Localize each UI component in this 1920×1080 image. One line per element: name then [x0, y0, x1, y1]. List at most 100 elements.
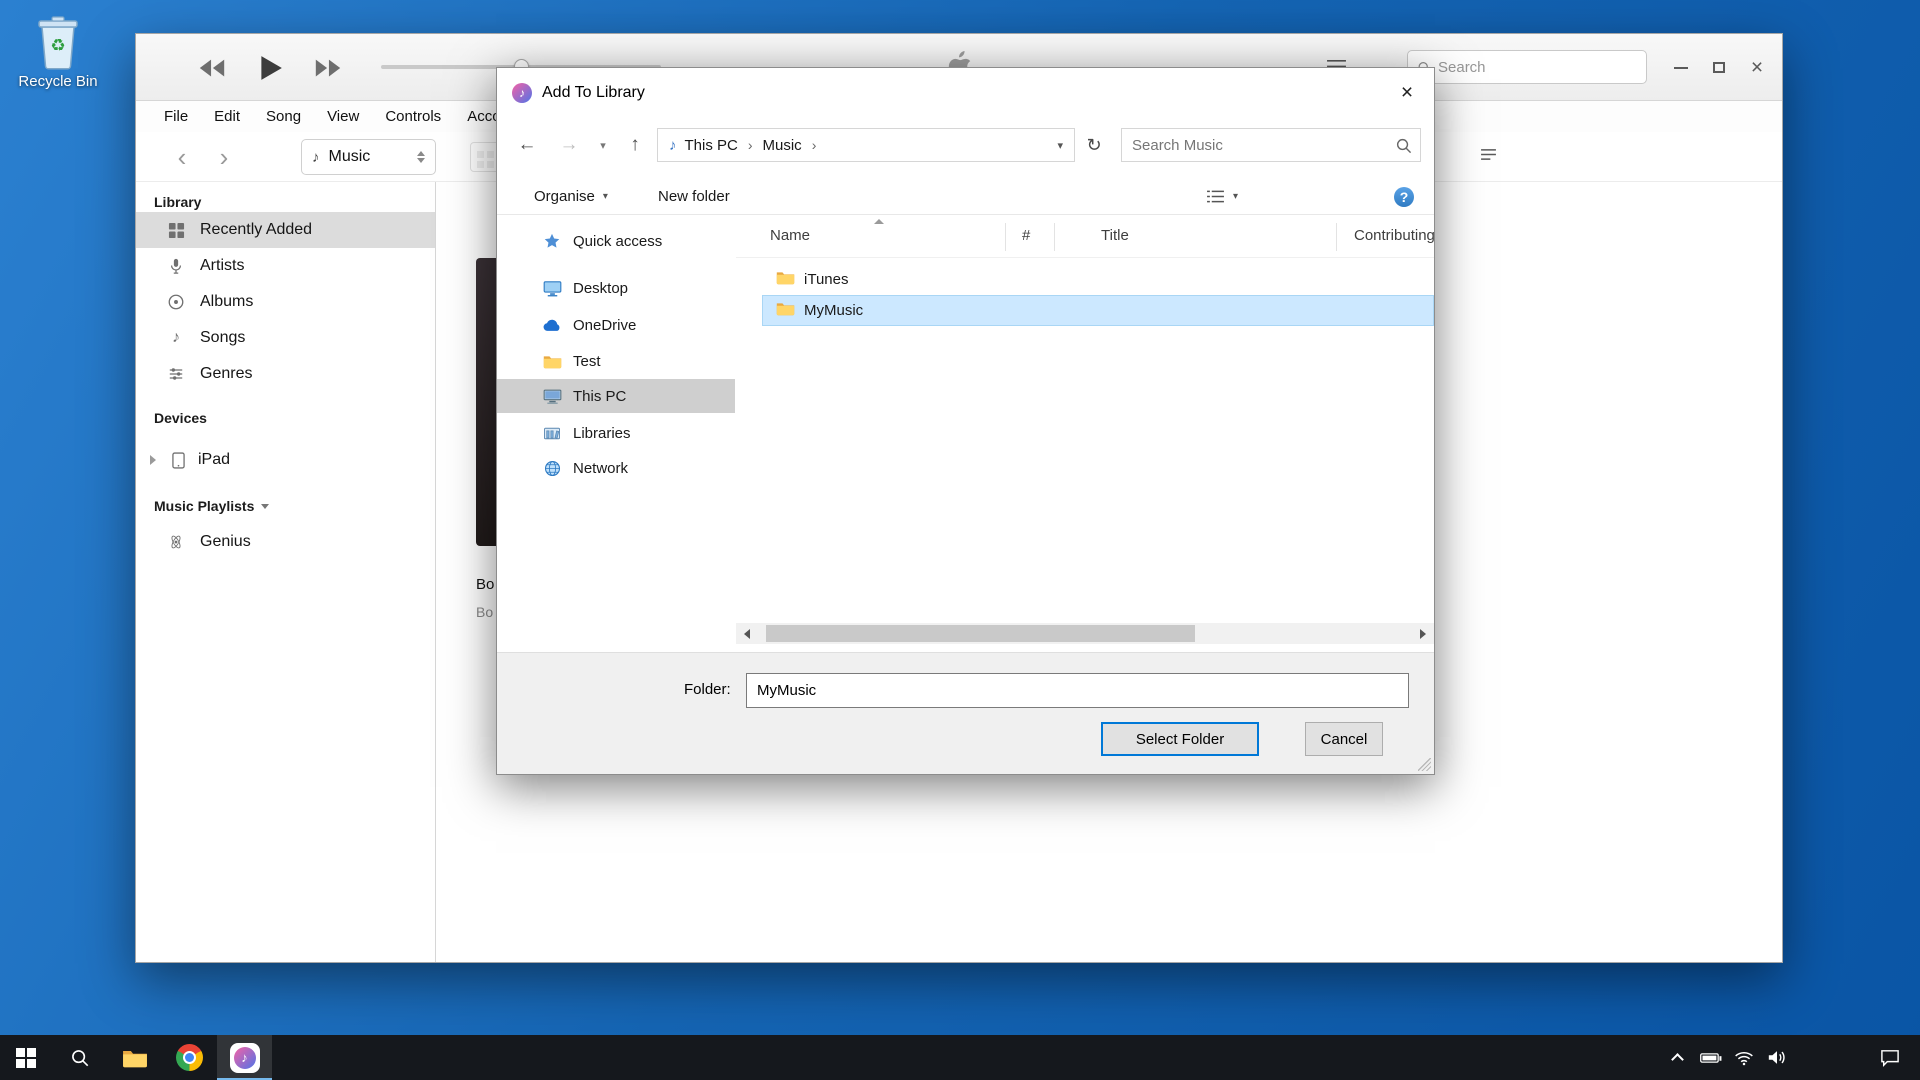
tree-item-label: Libraries: [573, 425, 631, 442]
music-note-icon: ♪: [312, 149, 320, 166]
back-button[interactable]: ←: [513, 130, 541, 160]
sidebar-item-recently-added[interactable]: Recently Added: [136, 212, 435, 248]
monitor-icon: [541, 280, 563, 297]
help-button[interactable]: ?: [1394, 187, 1414, 207]
select-folder-button[interactable]: Select Folder: [1101, 722, 1259, 756]
itunes-search-box[interactable]: [1407, 50, 1647, 84]
star-icon: [541, 232, 563, 250]
address-bar[interactable]: ♪ This PC › Music › ▾: [657, 128, 1075, 162]
file-row-mymusic[interactable]: MyMusic: [762, 295, 1434, 326]
folder-name-input[interactable]: [746, 673, 1409, 708]
media-kind-selector[interactable]: ♪ Music: [301, 139, 436, 175]
sidebar-item-genius[interactable]: Genius: [136, 524, 435, 560]
folder-label: Folder:: [684, 681, 731, 698]
sidebar-item-artists[interactable]: Artists: [136, 248, 435, 284]
scroll-left-button[interactable]: [736, 623, 758, 644]
itunes-search-input[interactable]: [1438, 59, 1637, 76]
wifi-icon[interactable]: [1727, 1035, 1760, 1080]
column-name[interactable]: Name: [770, 227, 810, 244]
fast-forward-icon: [313, 56, 343, 80]
new-folder-button[interactable]: New folder: [658, 188, 730, 205]
minimize-button[interactable]: [1668, 55, 1694, 81]
taskbar-search-button[interactable]: [52, 1035, 107, 1080]
menu-view[interactable]: View: [327, 108, 359, 125]
file-explorer-icon: [122, 1048, 148, 1068]
tray-chevron-icon[interactable]: [1661, 1035, 1694, 1080]
chevron-right-icon[interactable]: ›: [748, 137, 753, 153]
menu-file[interactable]: File: [164, 108, 188, 125]
rewind-button[interactable]: [190, 49, 234, 87]
view-options-button[interactable]: ▾: [1206, 189, 1238, 204]
start-button[interactable]: [0, 1035, 52, 1080]
maximize-button[interactable]: [1706, 55, 1732, 81]
album-artist[interactable]: Bo: [476, 604, 493, 620]
album-title[interactable]: Bo: [476, 576, 494, 593]
chevron-right-icon[interactable]: ›: [812, 137, 817, 153]
sidebar-item-ipad[interactable]: iPad: [136, 442, 435, 478]
dialog-search-box[interactable]: [1121, 128, 1421, 162]
volume-icon[interactable]: [1760, 1035, 1793, 1080]
recycle-bin[interactable]: ♻ Recycle Bin: [12, 12, 104, 90]
dialog-close-button[interactable]: ×: [1380, 68, 1434, 118]
album-icon: [166, 294, 186, 310]
breadcrumb-this-pc[interactable]: This PC: [685, 137, 738, 154]
tree-item-this-pc[interactable]: This PC: [497, 379, 735, 413]
file-explorer-button[interactable]: [107, 1035, 162, 1080]
tree-item-desktop[interactable]: Desktop: [497, 271, 735, 305]
tree-item-label: Quick access: [573, 233, 662, 250]
tree-item-onedrive[interactable]: OneDrive: [497, 308, 735, 342]
play-button[interactable]: [248, 49, 292, 87]
breadcrumb-music[interactable]: Music: [763, 137, 802, 154]
file-row-itunes[interactable]: iTunes: [762, 264, 1434, 295]
scrollbar-thumb[interactable]: [766, 625, 1195, 642]
dialog-titlebar[interactable]: ♪ Add To Library ×: [497, 68, 1434, 118]
sidebar-item-albums[interactable]: Albums: [136, 284, 435, 320]
recycle-bin-label: Recycle Bin: [12, 73, 104, 90]
tree-item-network[interactable]: Network: [497, 451, 735, 485]
menu-controls[interactable]: Controls: [385, 108, 441, 125]
music-playlists-header[interactable]: Music Playlists: [136, 496, 435, 516]
sidebar-item-songs[interactable]: ♪ Songs: [136, 320, 435, 356]
cancel-button[interactable]: Cancel: [1305, 722, 1383, 756]
horizontal-scrollbar[interactable]: [736, 623, 1434, 644]
scrollbar-track[interactable]: [758, 623, 1412, 644]
libraries-icon: [541, 426, 563, 441]
computer-icon: [541, 388, 563, 405]
itunes-taskbar-button[interactable]: ♪: [217, 1035, 272, 1080]
battery-icon[interactable]: [1694, 1035, 1727, 1080]
refresh-button[interactable]: ↻: [1080, 130, 1108, 160]
menu-edit[interactable]: Edit: [214, 108, 240, 125]
action-center-icon[interactable]: [1873, 1035, 1906, 1080]
dialog-search-input[interactable]: [1122, 129, 1420, 161]
chrome-button[interactable]: [162, 1035, 217, 1080]
fast-forward-button[interactable]: [306, 49, 350, 87]
column-title[interactable]: Title: [1101, 227, 1129, 244]
resize-grip[interactable]: [1418, 758, 1431, 771]
scroll-right-button[interactable]: [1412, 623, 1434, 644]
tree-item-quick-access[interactable]: Quick access: [497, 224, 735, 258]
forward-button[interactable]: →: [555, 130, 583, 160]
taskbar: ♪: [0, 1035, 1920, 1080]
itunes-app-icon: ♪: [512, 83, 532, 103]
column-contributing-artists[interactable]: Contributing artists: [1354, 227, 1434, 244]
tree-item-test[interactable]: Test: [497, 344, 735, 378]
up-one-level-button[interactable]: ↑: [621, 130, 649, 160]
tree-item-libraries[interactable]: Libraries: [497, 416, 735, 450]
close-button[interactable]: ×: [1744, 55, 1770, 81]
sidebar-item-label: Genius: [200, 533, 251, 551]
sidebar-item-genres[interactable]: Genres: [136, 356, 435, 392]
folder-icon: [541, 354, 563, 369]
media-kind-label: Music: [329, 148, 409, 166]
back-button[interactable]: ‹: [166, 142, 198, 172]
tree-item-label: OneDrive: [573, 317, 636, 334]
content-view-toggle-icon[interactable]: [1480, 148, 1497, 166]
menu-song[interactable]: Song: [266, 108, 301, 125]
library-header: Library: [136, 192, 435, 212]
column-number[interactable]: #: [1022, 227, 1030, 244]
organise-button[interactable]: Organise ▾: [534, 188, 608, 205]
expand-chevron-icon[interactable]: [150, 455, 156, 465]
recent-locations-dropdown-icon[interactable]: ▾: [589, 130, 617, 160]
forward-button[interactable]: ›: [208, 142, 240, 172]
music-playlists-label: Music Playlists: [154, 496, 254, 516]
address-dropdown-icon[interactable]: ▾: [1057, 139, 1063, 152]
